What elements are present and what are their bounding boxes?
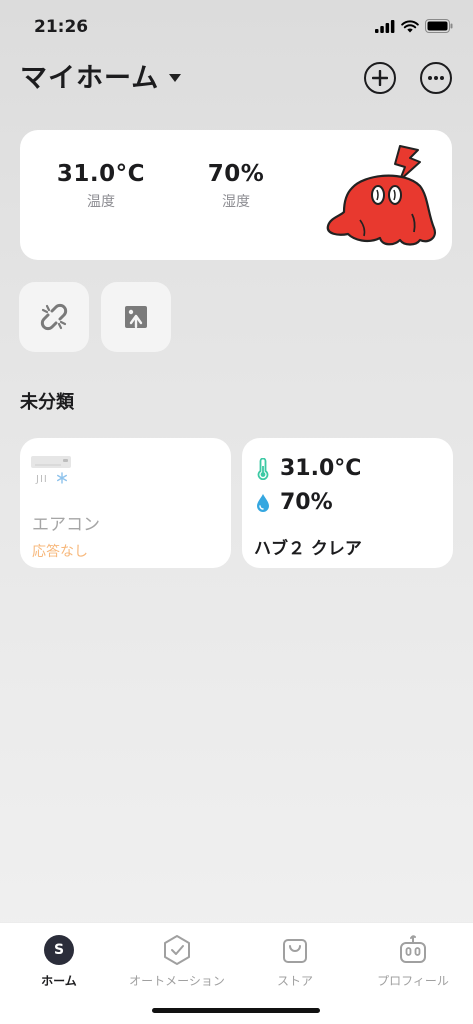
device-status: 応答なし: [32, 544, 88, 560]
tab-store[interactable]: ストア: [236, 933, 354, 989]
broken-link-icon: [40, 303, 68, 331]
tab-label: プロフィール: [377, 974, 449, 988]
home-avatar-letter: S: [53, 942, 65, 958]
wifi-icon: [401, 19, 419, 32]
mascot-illustration: [326, 145, 436, 246]
automation-check-icon: [164, 935, 190, 965]
more-button[interactable]: [420, 62, 452, 94]
status-icons: [375, 19, 453, 33]
water-drop-icon: [257, 493, 269, 512]
tab-label: オートメーション: [129, 974, 225, 988]
humidity-metric: 70% 湿度: [171, 161, 301, 211]
signal-icon: [375, 19, 395, 33]
device-card-aircon[interactable]: JII エアコン 応答なし: [20, 438, 231, 568]
unlink-button[interactable]: [19, 282, 89, 352]
status-bar: 21:26: [0, 0, 473, 56]
home-summary-card[interactable]: 31.0°C 温度 70% 湿度: [20, 130, 452, 260]
hub-temperature-row: 31.0°C: [256, 456, 361, 481]
add-button[interactable]: [364, 62, 396, 94]
hub-temperature-value: 31.0°C: [280, 456, 362, 481]
device-card-hub[interactable]: 31.0°C 70% ハブ２ クレア: [242, 438, 453, 568]
humidity-label: 湿度: [222, 194, 250, 210]
scene-image-button[interactable]: [101, 282, 171, 352]
hub-humidity-value: 70%: [280, 490, 333, 515]
tab-profile[interactable]: プロフィール: [354, 933, 472, 989]
more-icon: [428, 76, 444, 80]
page-title: マイホーム: [20, 63, 160, 94]
device-name: ハブ２ クレア: [254, 539, 362, 559]
humidity-value: 70%: [207, 161, 265, 187]
hub-humidity-row: 70%: [256, 490, 333, 515]
tab-home[interactable]: S ホーム: [0, 933, 118, 989]
thermometer-icon: [257, 457, 269, 480]
plus-icon: [372, 70, 388, 86]
battery-icon: [425, 19, 453, 33]
status-time: 21:26: [34, 17, 89, 37]
robot-icon: [400, 935, 426, 963]
home-avatar-icon: S: [44, 935, 74, 965]
tab-label: ホーム: [41, 974, 77, 988]
tab-label: ストア: [276, 974, 313, 988]
temperature-metric: 31.0°C 温度: [36, 161, 166, 211]
home-selector[interactable]: マイホーム: [20, 56, 182, 95]
section-title: 未分類: [20, 392, 74, 413]
tab-automation[interactable]: オートメーション: [118, 933, 236, 989]
temperature-value: 31.0°C: [56, 161, 146, 187]
aircon-mode-label: JII: [36, 474, 48, 485]
shopping-bag-icon: [283, 939, 307, 963]
home-indicator: [152, 1008, 320, 1013]
chevron-down-icon: [169, 73, 182, 82]
temperature-label: 温度: [87, 194, 115, 210]
device-name: エアコン: [32, 515, 100, 535]
image-upload-icon: [125, 306, 147, 329]
